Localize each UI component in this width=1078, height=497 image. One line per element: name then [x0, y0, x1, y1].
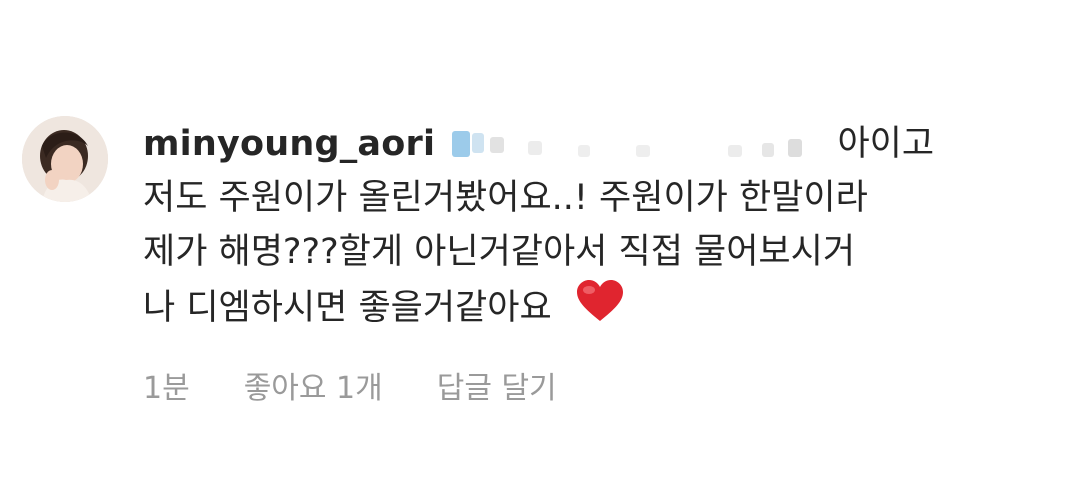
heart-icon [575, 279, 625, 339]
blurred-mention[interactable] [446, 127, 818, 163]
comment-username[interactable]: minyoung_aori [143, 124, 435, 164]
comment-first-line: minyoung_aori 아이고 [143, 117, 1043, 171]
comment-text-line-3: 제가 해명???할게 아닌거같아서 직접 물어보시거 [143, 232, 856, 272]
avatar[interactable] [22, 116, 108, 202]
comment-likes-count[interactable]: 좋아요 1개 [244, 363, 383, 407]
comment-text-line-1: 아이고 [837, 124, 935, 164]
comment-text-line-2: 저도 주원이가 올린거봤어요..! 주원이가 한말이라 [143, 178, 868, 218]
reply-button[interactable]: 답글 달기 [437, 363, 557, 407]
comment-body: minyoung_aori 아이고 저도 주원이가 올린거봤어요..! 주원이가… [143, 117, 1043, 339]
comment-meta: 1분 좋아요 1개 답글 달기 [143, 363, 557, 407]
comment-text-line-4-wrap: 나 디엠하시면 좋을거같아요 [143, 279, 1043, 339]
comment-time[interactable]: 1분 [143, 363, 190, 407]
comment-text-line-4: 나 디엠하시면 좋을거같아요 [143, 288, 552, 328]
profile-photo [22, 116, 108, 202]
